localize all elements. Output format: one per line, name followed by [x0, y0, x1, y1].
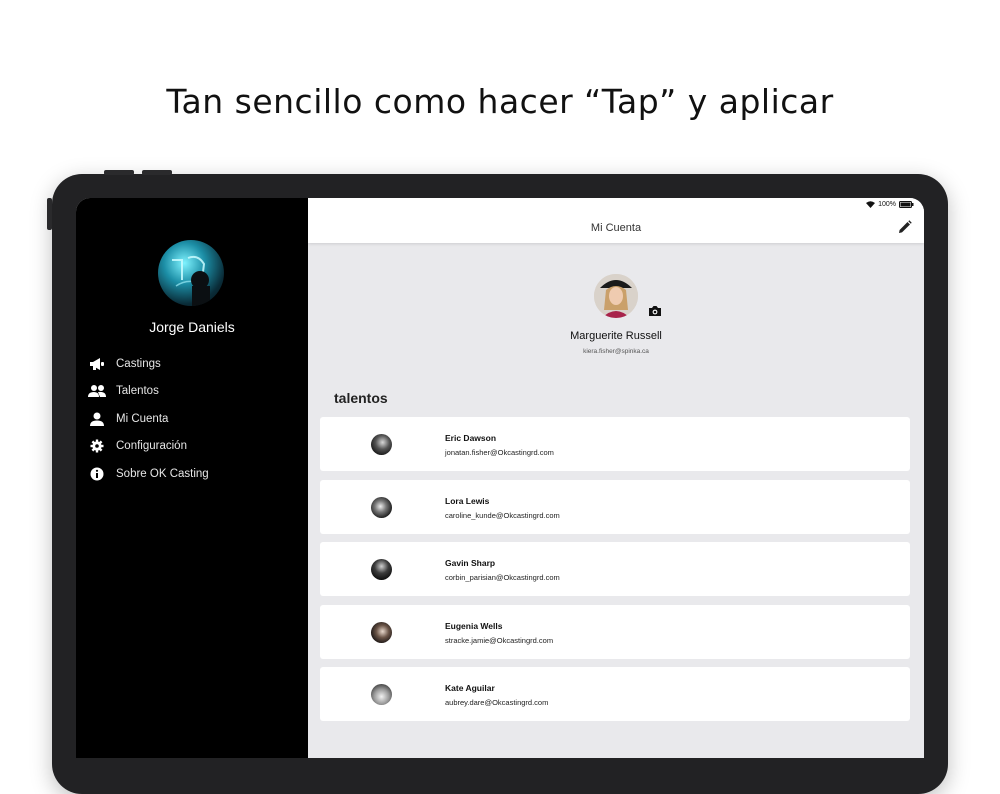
talent-list: Eric Dawson jonatan.fisher@Okcastingrd.c…: [320, 417, 910, 730]
talent-name: Lora Lewis: [445, 495, 490, 506]
talent-email: caroline_kunde@Okcastingrd.com: [445, 510, 560, 520]
megaphone-icon: [88, 356, 106, 372]
talent-name: Kate Aguilar: [445, 683, 495, 693]
volume-button-up: [104, 170, 134, 175]
talent-avatar: [371, 621, 392, 643]
user-name: Jorge Daniels: [149, 319, 235, 335]
talent-card[interactable]: Gavin Sharp corbin_parisian@Okcastingrd.…: [320, 542, 910, 596]
talent-avatar: [371, 434, 392, 455]
talent-name: Eric Dawson: [445, 433, 497, 443]
sidebar-menu: Castings Talentos Mi Cuenta Configuració…: [88, 350, 209, 488]
volume-button-down: [142, 170, 172, 175]
talent-email: jonatan.fisher@Okcastingrd.com: [445, 448, 554, 457]
sidebar-item-label: Mi Cuenta: [116, 412, 169, 425]
user-icon: [88, 411, 106, 427]
wifi-icon: [866, 201, 876, 208]
sidebar-item-castings[interactable]: Castings: [88, 350, 209, 378]
page-title: Mi Cuenta: [590, 222, 642, 234]
camera-icon[interactable]: [648, 304, 663, 317]
battery-percent: 100%: [878, 201, 896, 208]
sidebar-item-label: Castings: [116, 357, 161, 370]
talent-email: stracke.jamie@Okcastingrd.com: [445, 635, 554, 645]
profile-name: Marguerite Russell: [570, 330, 662, 342]
power-button: [47, 198, 52, 230]
talent-name: Eugenia Wells: [445, 620, 503, 631]
sidebar-item-label: Configuración: [116, 440, 187, 453]
talent-avatar: [371, 496, 392, 518]
talent-avatar: [371, 559, 392, 580]
pencil-icon[interactable]: [898, 220, 914, 236]
talent-card[interactable]: Eugenia Wells stracke.jamie@Okcastingrd.…: [320, 604, 910, 659]
sidebar-item-configuracion[interactable]: Configuración: [88, 433, 209, 461]
talent-avatar: [371, 684, 392, 705]
users-icon: [88, 383, 106, 399]
sidebar-item-sobre[interactable]: Sobre OK Casting: [88, 460, 209, 488]
app-screen: Jorge Daniels Castings Talentos Mi Cuent…: [76, 198, 924, 758]
talent-card[interactable]: Eric Dawson jonatan.fisher@Okcastingrd.c…: [320, 417, 910, 471]
top-bar: 100% Mi Cuenta: [308, 198, 924, 243]
headline: Tan sencillo como hacer “Tap” y aplicar: [166, 82, 834, 121]
profile-email: kiera.fisher@spinka.ca: [583, 348, 649, 355]
battery-icon: [899, 201, 914, 208]
sidebar-item-talentos[interactable]: Talentos: [88, 378, 209, 406]
sidebar-item-label: Sobre OK Casting: [116, 467, 209, 480]
gear-icon: [88, 438, 106, 454]
profile-avatar[interactable]: [594, 274, 638, 318]
sidebar: Jorge Daniels Castings Talentos Mi Cuent…: [76, 198, 308, 758]
sidebar-item-label: Talentos: [116, 385, 159, 398]
main-content: 100% Mi Cuenta Marguerite Russell kiera.…: [308, 198, 924, 758]
talent-email: corbin_parisian@Okcastingrd.com: [445, 573, 560, 582]
sidebar-item-mi-cuenta[interactable]: Mi Cuenta: [88, 405, 209, 433]
user-avatar[interactable]: [158, 240, 224, 306]
talent-email: aubrey.dare@Okcastingrd.com: [445, 698, 549, 707]
info-icon: [88, 466, 106, 482]
talent-name: Gavin Sharp: [445, 558, 496, 568]
status-bar: 100%: [866, 201, 914, 208]
talent-card[interactable]: Lora Lewis caroline_kunde@Okcastingrd.co…: [320, 479, 910, 534]
section-title: talentos: [334, 390, 388, 406]
talent-card[interactable]: Kate Aguilar aubrey.dare@Okcastingrd.com: [320, 667, 910, 721]
